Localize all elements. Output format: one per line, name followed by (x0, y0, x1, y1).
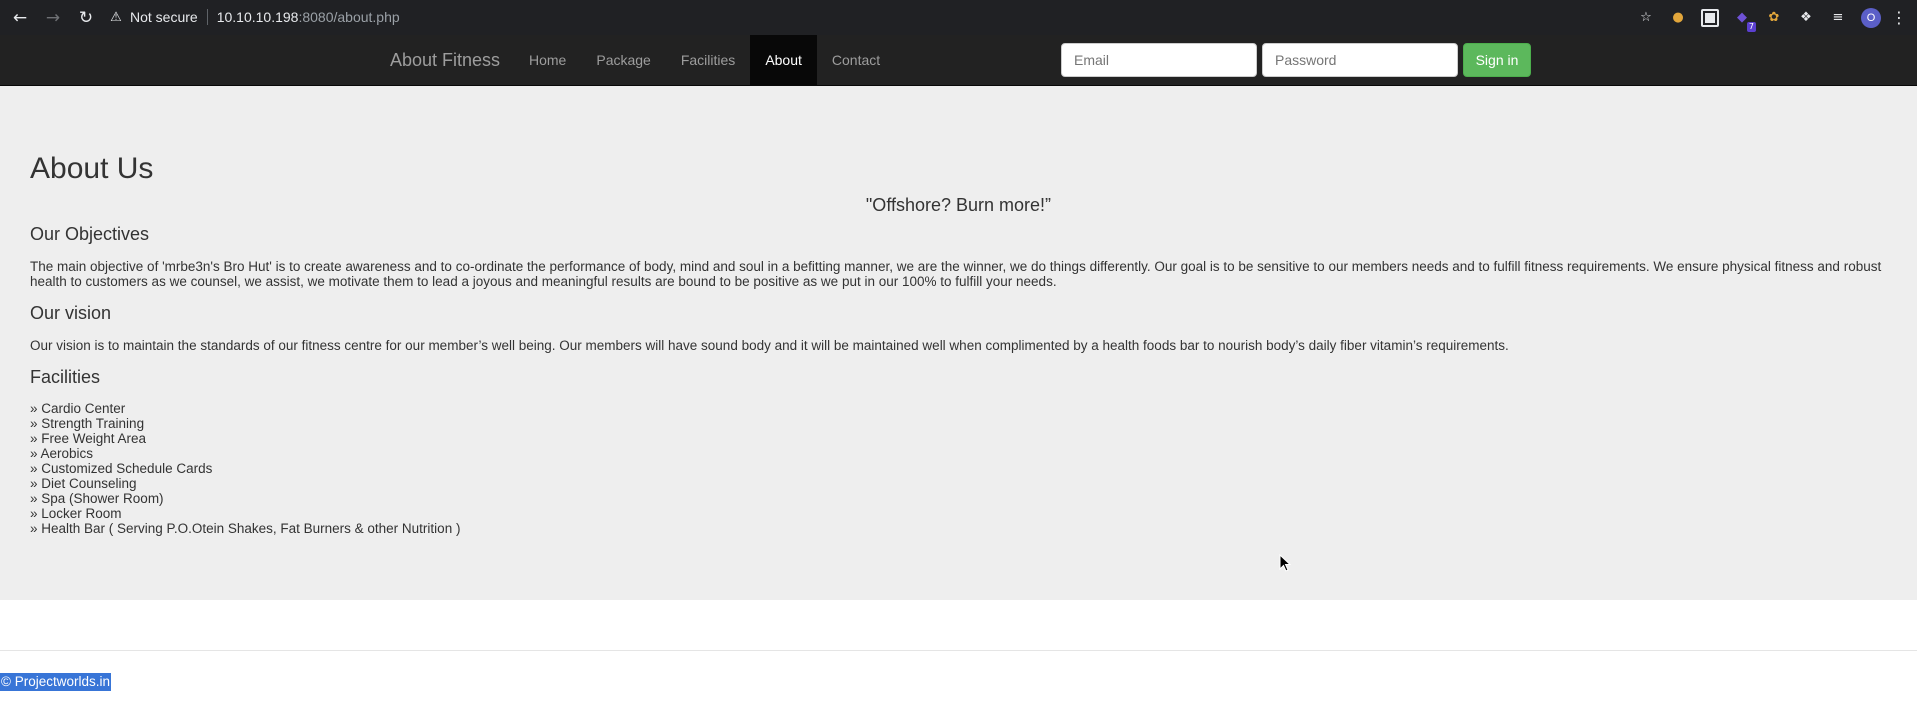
menu-kebab-icon[interactable]: ⋮ (1891, 8, 1907, 27)
objectives-paragraph: The main objective of 'mrbe3n's Bro Hut'… (30, 259, 1882, 289)
url-host[interactable]: 10.10.10.198 (217, 9, 299, 25)
page-title: About Us (30, 152, 154, 185)
list-item: » Spa (Shower Room) (30, 491, 164, 506)
brand-link[interactable]: About Fitness (390, 35, 500, 86)
list-item: » Health Bar ( Serving P.O.Otein Shakes,… (30, 521, 461, 536)
footer-divider (0, 650, 1917, 651)
address-bar[interactable]: ⚠ Not secure 10.10.10.198:8080/about.php (108, 3, 1748, 31)
nav-link-home[interactable]: Home (514, 35, 581, 86)
facilities-list: » Cardio Center » Strength Training » Fr… (30, 401, 460, 536)
nav-link-contact[interactable]: Contact (817, 35, 895, 86)
extension-badge: 7 (1746, 21, 1756, 32)
quote-text: "Offshore? Burn more!” (865, 195, 1052, 215)
vision-heading: Our vision (30, 303, 112, 323)
list-item: » Customized Schedule Cards (30, 461, 213, 476)
footer-copyright: © Projectworlds.in (0, 673, 111, 691)
security-label[interactable]: Not secure (130, 9, 198, 25)
reload-icon[interactable]: ↻ (73, 5, 99, 31)
list-item: » Locker Room (30, 506, 122, 521)
extensions-puzzle-icon[interactable]: ❖ (1797, 9, 1815, 27)
media-queue-icon[interactable]: ≡ (1829, 9, 1847, 27)
vision-paragraph: Our vision is to maintain the standards … (30, 338, 1509, 353)
password-input[interactable] (1262, 43, 1458, 77)
browser-toolbar: ← → ↻ ⚠ Not secure 10.10.10.198:8080/abo… (0, 0, 1917, 35)
extension-purple-icon[interactable]: ◆ 7 (1733, 9, 1756, 32)
list-item: » Aerobics (30, 446, 94, 461)
list-item: » Cardio Center (30, 401, 126, 416)
toolbar-right: ☆ ● ◆ 7 ✿ ❖ ≡ O ⋮ (1623, 0, 1917, 35)
mouse-cursor-icon (1279, 554, 1291, 572)
qr-icon[interactable] (1701, 8, 1719, 27)
cookie-editor-icon[interactable]: ✿ (1765, 9, 1783, 27)
login-form: Sign in (1061, 43, 1531, 77)
email-input[interactable] (1061, 43, 1257, 77)
profile-avatar[interactable]: O (1861, 7, 1881, 28)
warning-icon[interactable]: ⚠ (108, 9, 124, 25)
nav-links: Home Package Facilities About Contact (514, 35, 895, 86)
forward-arrow-icon[interactable]: → (40, 5, 66, 31)
nav-link-facilities[interactable]: Facilities (666, 35, 750, 86)
site-navbar: About Fitness Home Package Facilities Ab… (0, 35, 1917, 86)
nav-link-package[interactable]: Package (581, 35, 665, 86)
back-arrow-icon[interactable]: ← (7, 5, 33, 31)
sign-in-button[interactable]: Sign in (1463, 43, 1531, 77)
list-item: » Strength Training (30, 416, 145, 431)
nav-link-about[interactable]: About (750, 35, 817, 86)
about-section: About Us "Offshore? Burn more!” Our Obje… (0, 86, 1917, 600)
list-item: » Free Weight Area (30, 431, 147, 446)
star-icon[interactable]: ☆ (1637, 9, 1655, 27)
objectives-heading: Our Objectives (30, 224, 150, 244)
list-item: » Diet Counseling (30, 476, 137, 491)
cookie-icon[interactable]: ● (1669, 9, 1687, 27)
url-path[interactable]: :8080/about.php (298, 9, 399, 25)
facilities-heading: Facilities (30, 367, 101, 387)
address-separator (206, 9, 208, 25)
